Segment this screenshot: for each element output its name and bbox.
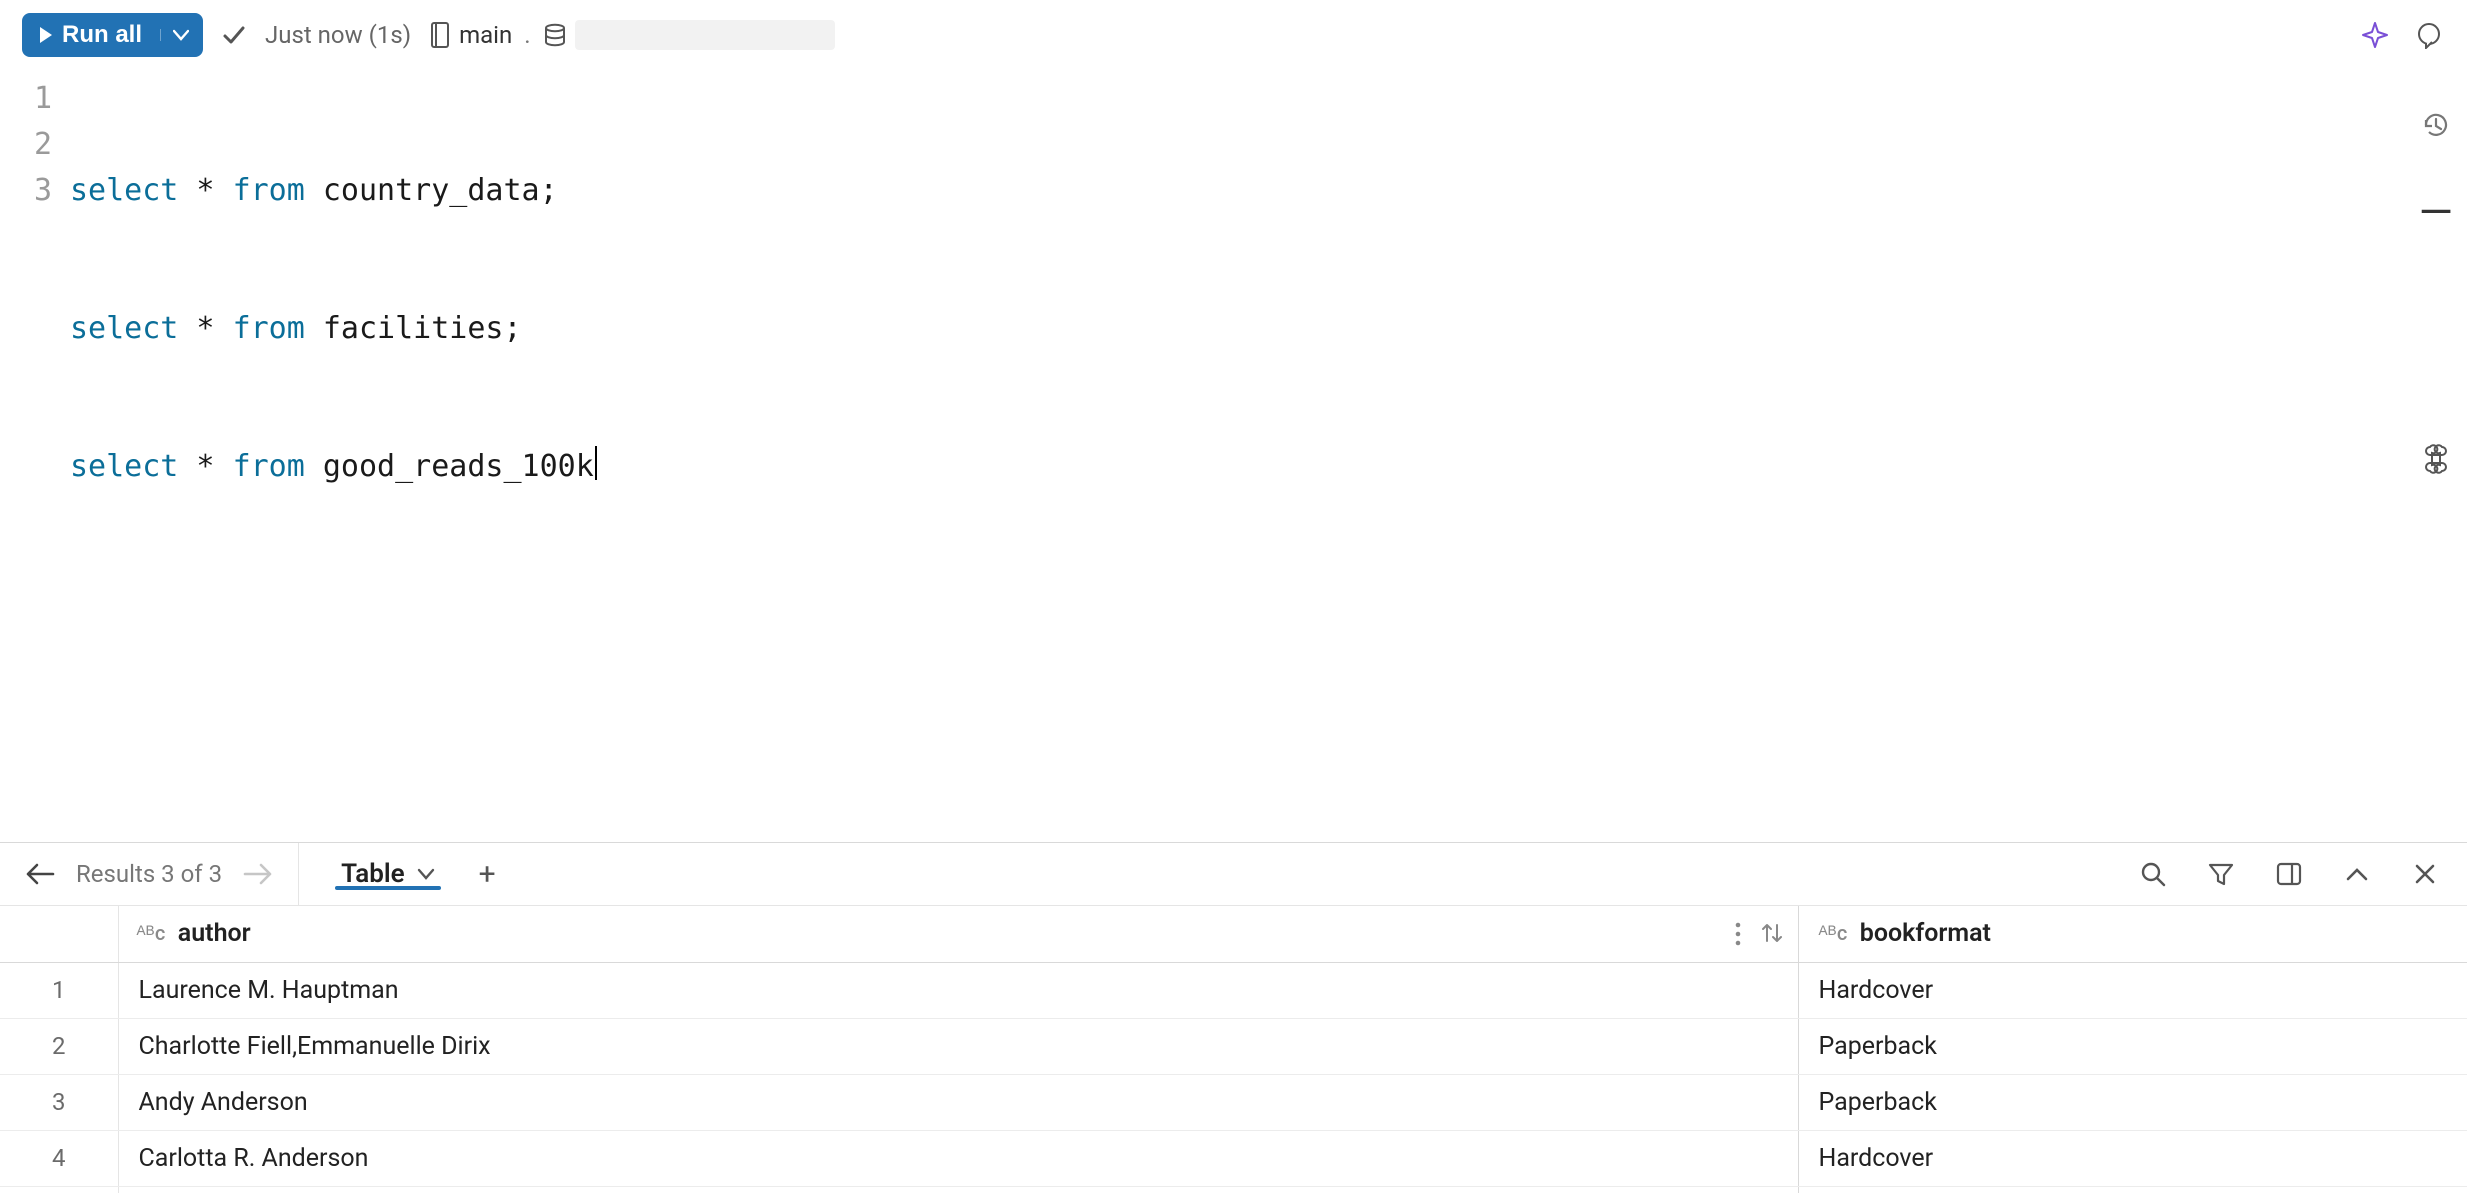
check-icon xyxy=(221,22,247,48)
table-row[interactable]: 5Jean Leveillenull xyxy=(0,1186,2467,1193)
comments-button[interactable] xyxy=(2411,17,2447,53)
history-icon xyxy=(2421,110,2451,140)
toggle-side-panel-button[interactable] xyxy=(2269,854,2309,894)
column-header-author[interactable]: ᴬᴮc author xyxy=(118,906,1798,962)
chevron-up-icon xyxy=(2346,867,2368,881)
result-tab-label: Table xyxy=(341,859,405,889)
row-number: 3 xyxy=(0,1074,118,1130)
row-number: 2 xyxy=(0,1018,118,1074)
row-number: 1 xyxy=(0,962,118,1018)
catalog-selector[interactable]: main . xyxy=(429,20,835,50)
results-counter: Results 3 of 3 xyxy=(76,860,222,888)
text-caret xyxy=(595,446,597,480)
column-name: bookformat xyxy=(1860,919,1991,948)
results-table[interactable]: ᴬᴮc author xyxy=(0,906,2467,1193)
add-result-tab-button[interactable]: + xyxy=(479,857,496,892)
search-results-button[interactable] xyxy=(2133,854,2173,894)
run-all-label: Run all xyxy=(62,21,142,49)
collapse-results-button[interactable] xyxy=(2337,854,2377,894)
code-line[interactable]: select * from country_data; xyxy=(70,168,2467,214)
cell-author[interactable]: Andy Anderson xyxy=(118,1074,1798,1130)
row-number: 4 xyxy=(0,1130,118,1186)
code-line[interactable]: select * from facilities; xyxy=(70,306,2467,352)
arrow-left-icon xyxy=(25,862,55,886)
row-number-header xyxy=(0,906,118,962)
table-row[interactable]: 2Charlotte Fiell,Emmanuelle DirixPaperba… xyxy=(0,1018,2467,1074)
column-header-bookformat[interactable]: ᴬᴮc bookformat xyxy=(1798,906,2467,962)
column-type-icon: ᴬᴮc xyxy=(1819,921,1848,946)
filter-results-button[interactable] xyxy=(2201,854,2241,894)
code-line[interactable]: select * from good_reads_100k xyxy=(70,444,2467,490)
run-status-text: Just now (1s) xyxy=(265,21,411,49)
catalog-name: main xyxy=(459,21,512,49)
next-result-button[interactable] xyxy=(242,858,274,890)
cell-author[interactable]: Laurence M. Hauptman xyxy=(118,962,1798,1018)
panel-icon xyxy=(2275,860,2303,888)
cell-author[interactable]: Carlotta R. Anderson xyxy=(118,1130,1798,1186)
line-gutter: 1 2 3 xyxy=(0,76,70,582)
close-icon xyxy=(2413,862,2437,886)
line-number: 1 xyxy=(0,76,52,122)
column-type-icon: ᴬᴮc xyxy=(137,921,166,946)
column-menu-button[interactable] xyxy=(1734,921,1742,947)
run-all-button[interactable]: Run all xyxy=(22,13,203,57)
database-icon xyxy=(543,23,567,47)
run-dropdown-chevron[interactable] xyxy=(160,29,189,41)
cell-author[interactable]: Charlotte Fiell,Emmanuelle Dirix xyxy=(118,1018,1798,1074)
kebab-icon xyxy=(1734,921,1742,947)
chevron-down-icon xyxy=(417,868,435,880)
notebook-icon xyxy=(429,21,451,49)
chevron-down-icon xyxy=(173,29,189,41)
catalog-separator: . xyxy=(524,21,530,49)
tab-menu-chevron[interactable] xyxy=(417,868,435,880)
search-icon xyxy=(2139,860,2167,888)
collapse-cell-button[interactable]: — xyxy=(2419,190,2453,234)
cell-bookformat[interactable]: Hardcover xyxy=(1798,962,2467,1018)
row-number: 5 xyxy=(0,1186,118,1193)
comment-icon xyxy=(2415,21,2443,49)
line-number: 3 xyxy=(0,168,52,214)
history-button[interactable] xyxy=(2421,110,2451,140)
filter-icon xyxy=(2207,860,2235,888)
sql-editor[interactable]: 1 2 3 select * from country_data; select… xyxy=(0,70,2467,582)
sort-icon xyxy=(1760,921,1784,945)
cell-bookformat[interactable]: Paperback xyxy=(1798,1018,2467,1074)
table-row[interactable]: 3Andy AndersonPaperback xyxy=(0,1074,2467,1130)
keyboard-shortcuts-button[interactable] xyxy=(2421,444,2451,474)
command-icon xyxy=(2421,444,2451,474)
arrow-right-icon xyxy=(243,862,273,886)
assistant-button[interactable] xyxy=(2357,17,2393,53)
close-results-button[interactable] xyxy=(2405,854,2445,894)
table-row[interactable]: 1Laurence M. HauptmanHardcover xyxy=(0,962,2467,1018)
play-icon xyxy=(38,26,54,44)
line-number: 2 xyxy=(0,122,52,168)
cell-bookformat[interactable]: null xyxy=(1798,1186,2467,1193)
sparkle-icon xyxy=(2361,21,2389,49)
result-tab-table[interactable]: Table xyxy=(329,859,447,889)
cell-bookformat[interactable]: Hardcover xyxy=(1798,1130,2467,1186)
column-name: author xyxy=(178,919,251,948)
code-area[interactable]: select * from country_data; select * fro… xyxy=(70,76,2467,582)
table-row[interactable]: 4Carlotta R. AndersonHardcover xyxy=(0,1130,2467,1186)
prev-result-button[interactable] xyxy=(24,858,56,890)
schema-name-redacted xyxy=(575,20,835,50)
editor-toolbar: Run all Just now (1s) main . xyxy=(0,0,2467,70)
results-toolbar: Results 3 of 3 Table + xyxy=(0,842,2467,906)
cell-bookformat[interactable]: Paperback xyxy=(1798,1074,2467,1130)
column-sort-button[interactable] xyxy=(1760,921,1784,947)
cell-author[interactable]: Jean Leveille xyxy=(118,1186,1798,1193)
